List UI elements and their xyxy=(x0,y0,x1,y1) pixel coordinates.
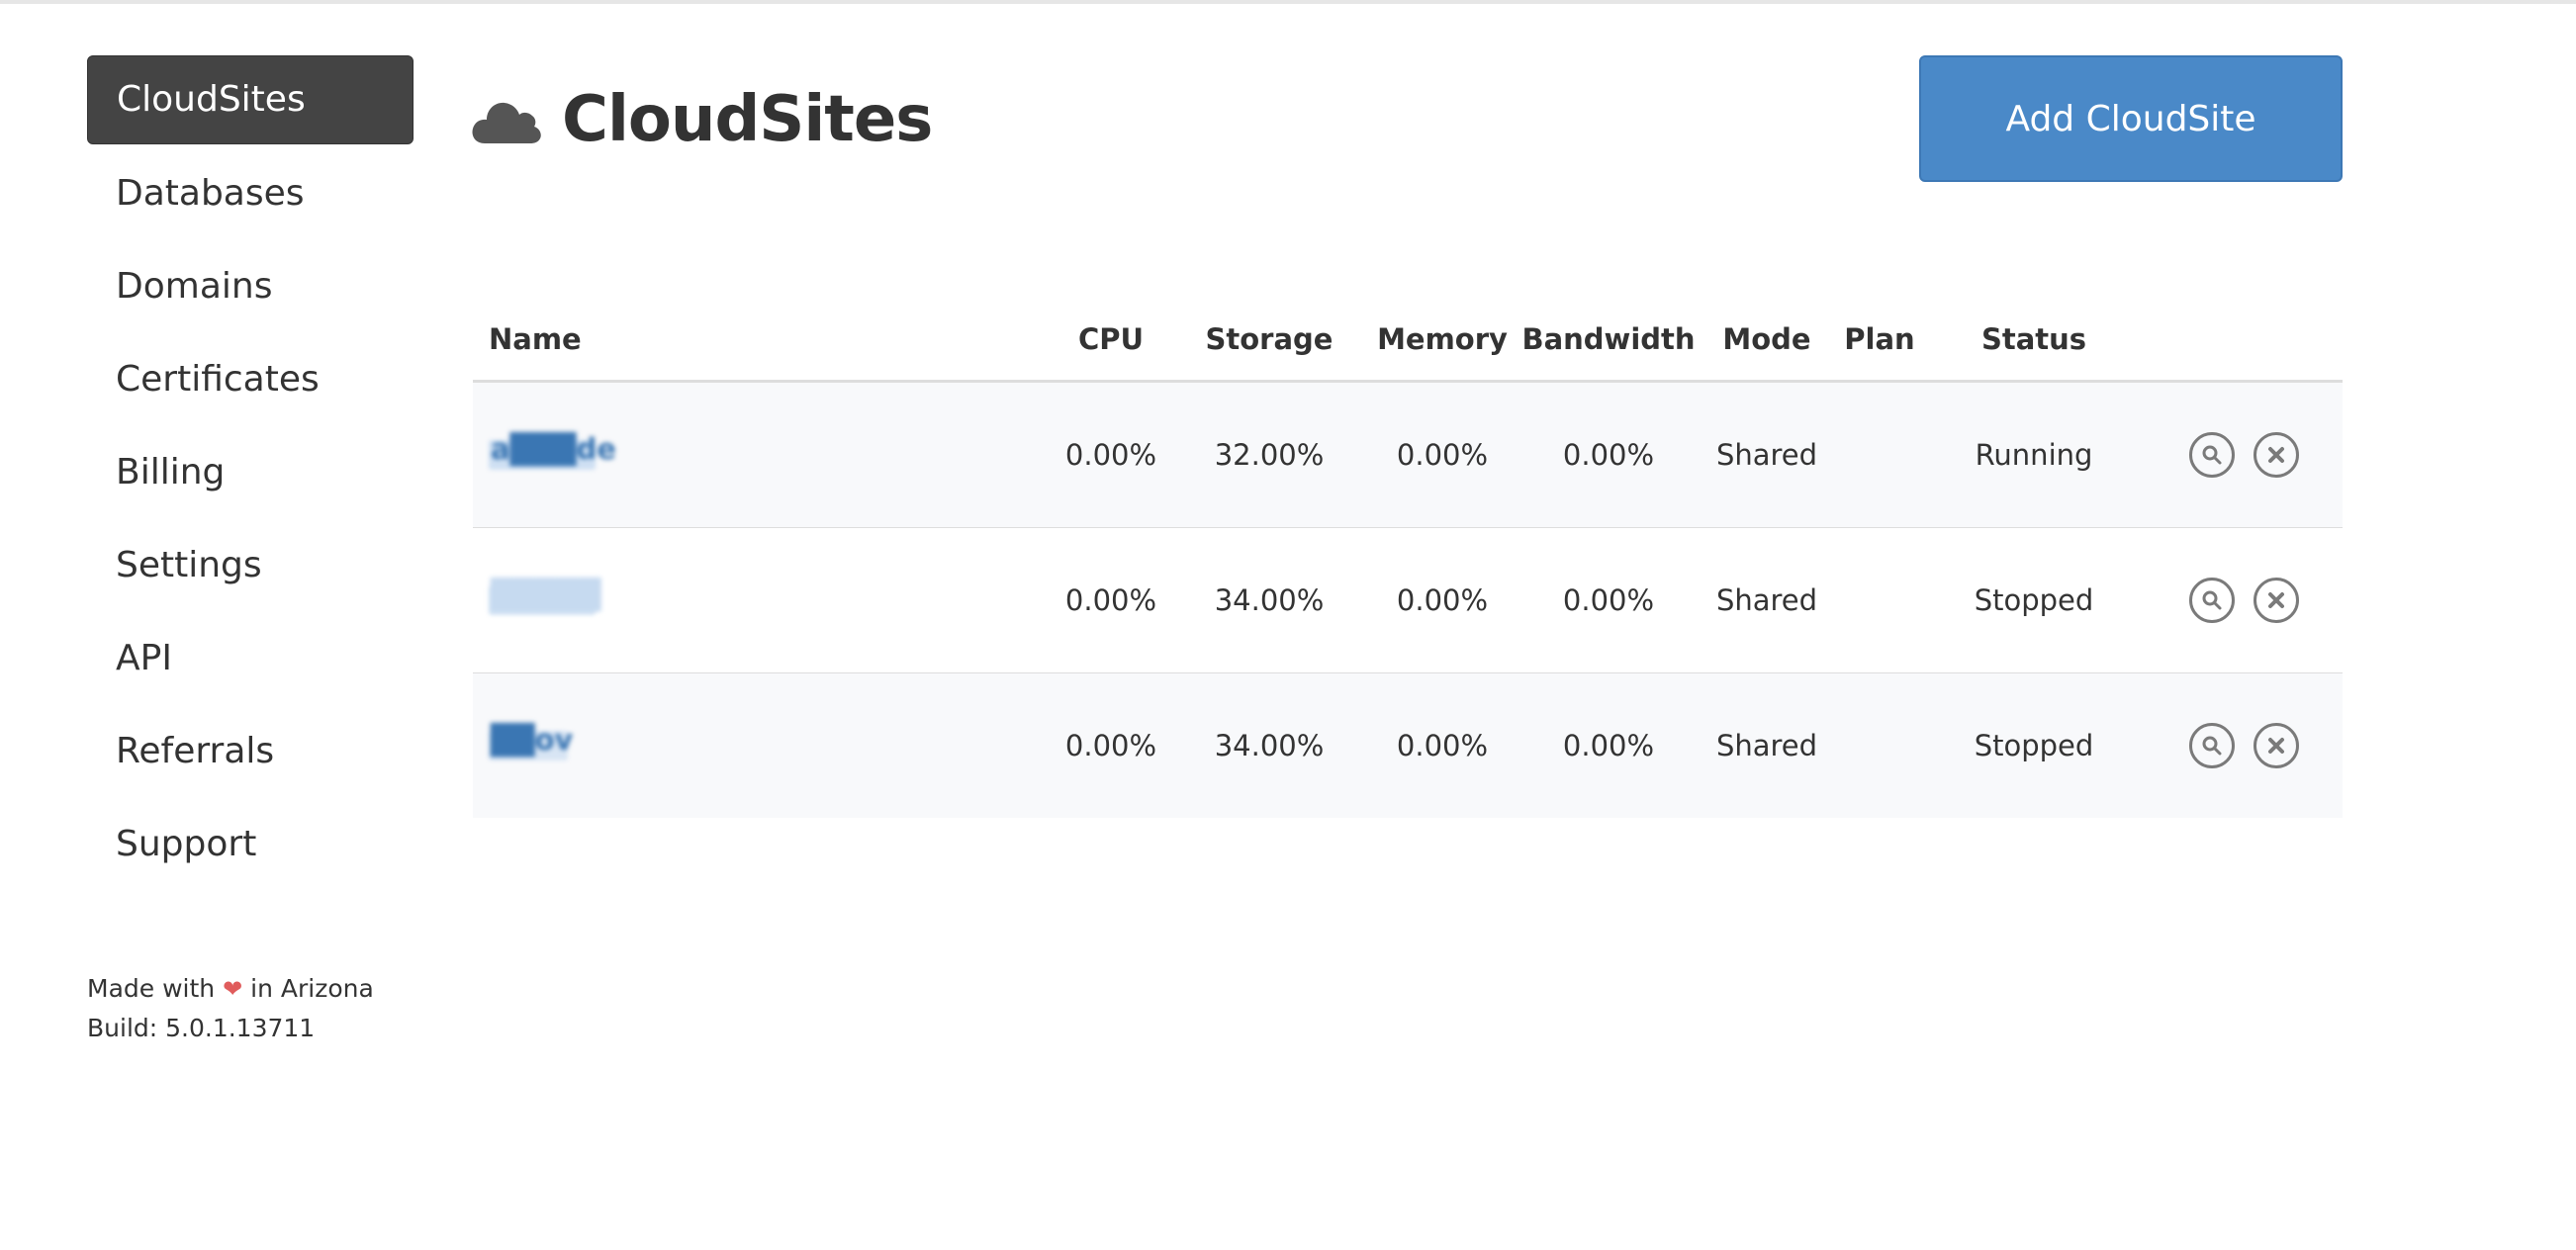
column-header-bandwidth[interactable]: Bandwidth xyxy=(1521,322,1695,356)
storage-value: 34.00% xyxy=(1214,729,1325,762)
sidebar-item-domains[interactable]: Domains xyxy=(87,243,414,330)
memory-value: 0.00% xyxy=(1396,438,1489,472)
delete-site-button[interactable] xyxy=(2254,723,2299,768)
search-icon xyxy=(2202,445,2222,465)
sidebar-item-support[interactable]: Support xyxy=(87,801,414,888)
mode-value: Shared xyxy=(1715,729,1818,762)
sidebar-item-settings[interactable]: Settings xyxy=(87,522,414,609)
mode-value: Shared xyxy=(1715,438,1818,472)
column-header-plan[interactable]: Plan xyxy=(1844,322,1914,356)
site-name-link[interactable]: ██ov xyxy=(489,723,573,760)
footer-made-suffix: in Arizona xyxy=(250,974,374,1003)
sidebar-item-referrals[interactable]: Referrals xyxy=(87,708,414,795)
add-cloudsite-button[interactable]: Add CloudSite xyxy=(1919,55,2343,182)
column-header-mode[interactable]: Mode xyxy=(1722,322,1810,356)
delete-site-button[interactable] xyxy=(2254,432,2299,478)
heart-icon: ❤ xyxy=(223,975,243,1003)
cpu-value: 0.00% xyxy=(1064,583,1157,617)
search-icon xyxy=(2202,736,2222,756)
bandwidth-value: 0.00% xyxy=(1562,438,1655,472)
footer-build: Build: 5.0.1.13711 xyxy=(87,1014,316,1042)
column-header-cpu[interactable]: CPU xyxy=(1078,322,1144,356)
view-site-button[interactable] xyxy=(2189,432,2235,478)
close-icon xyxy=(2268,447,2284,463)
page-header: CloudSites xyxy=(471,75,933,164)
storage-value: 32.00% xyxy=(1214,438,1325,472)
memory-value: 0.00% xyxy=(1396,583,1489,617)
mode-value: Shared xyxy=(1715,583,1818,617)
cloudsites-table: Name CPU Storage Memory Bandwidth Mode P… xyxy=(473,307,2343,818)
table-header: Name CPU Storage Memory Bandwidth Mode P… xyxy=(473,307,2343,383)
sidebar-item-databases[interactable]: Databases xyxy=(87,150,414,237)
storage-value: 34.00% xyxy=(1214,583,1325,617)
site-name-link[interactable]: a███de xyxy=(489,432,616,470)
status-value: Stopped xyxy=(1974,583,2094,617)
site-name-text: █████ xyxy=(491,578,601,611)
column-header-status[interactable]: Status xyxy=(1981,322,2086,356)
site-name-link[interactable]: █████ xyxy=(489,578,601,615)
sidebar-item-certificates[interactable]: Certificates xyxy=(87,336,414,423)
sidebar: CloudSites Databases Domains Certificate… xyxy=(87,55,414,894)
site-name-text: ██ov xyxy=(491,723,574,757)
top-border xyxy=(0,0,2576,4)
sidebar-item-api[interactable]: API xyxy=(87,615,414,702)
delete-site-button[interactable] xyxy=(2254,578,2299,623)
table-row: a███de 0.00% 32.00% 0.00% 0.00% Shared R… xyxy=(473,383,2343,528)
search-icon xyxy=(2202,590,2222,610)
table-row: ██ov 0.00% 34.00% 0.00% 0.00% Shared Sto… xyxy=(473,673,2343,818)
cloud-icon xyxy=(472,102,541,143)
footer: Made with ❤ in Arizona Build: 5.0.1.1371… xyxy=(87,969,374,1048)
sidebar-item-cloudsites[interactable]: CloudSites xyxy=(87,55,414,144)
footer-made-prefix: Made with xyxy=(87,974,216,1003)
view-site-button[interactable] xyxy=(2189,578,2235,623)
site-name-text: a███de xyxy=(491,432,616,466)
column-header-memory[interactable]: Memory xyxy=(1377,322,1508,356)
status-value: Stopped xyxy=(1974,729,2094,762)
table-row: █████ 0.00% 34.00% 0.00% 0.00% Shared St… xyxy=(473,528,2343,673)
close-icon xyxy=(2268,738,2284,754)
bandwidth-value: 0.00% xyxy=(1562,583,1655,617)
column-header-name[interactable]: Name xyxy=(489,322,582,356)
view-site-button[interactable] xyxy=(2189,723,2235,768)
footer-made-with: Made with ❤ in Arizona xyxy=(87,969,374,1009)
column-header-storage[interactable]: Storage xyxy=(1206,322,1334,356)
cpu-value: 0.00% xyxy=(1064,729,1157,762)
cpu-value: 0.00% xyxy=(1064,438,1157,472)
sidebar-item-billing[interactable]: Billing xyxy=(87,429,414,516)
status-value: Running xyxy=(1975,438,2093,472)
bandwidth-value: 0.00% xyxy=(1562,729,1655,762)
close-icon xyxy=(2268,592,2284,608)
page-title: CloudSites xyxy=(562,83,933,156)
memory-value: 0.00% xyxy=(1396,729,1489,762)
